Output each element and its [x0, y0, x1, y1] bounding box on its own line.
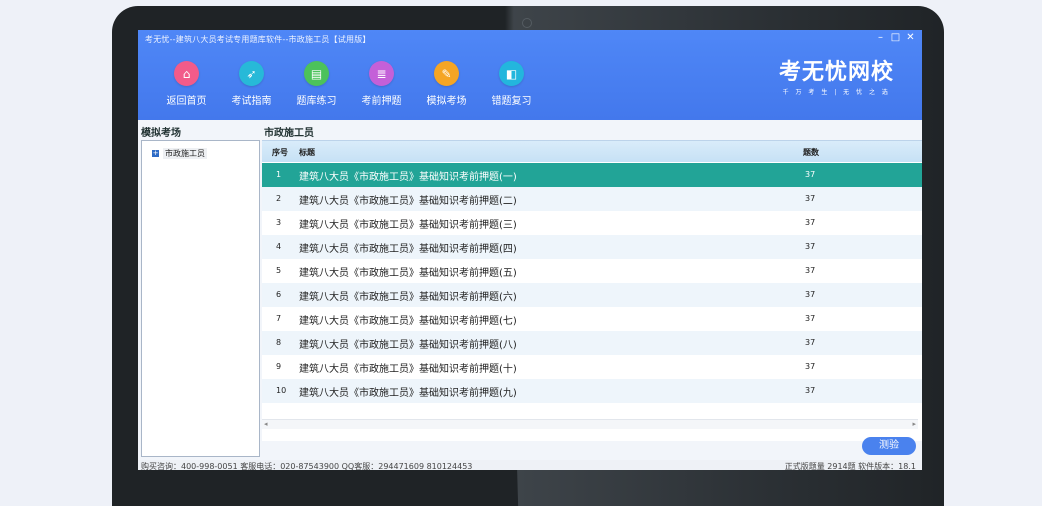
version-info: 正式版题量 2914题 软件版本：18.1: [784, 462, 916, 470]
row-number: 4: [276, 242, 282, 251]
row-title: 建筑八大员《市政施工员》基础知识考前押题(一): [299, 172, 517, 183]
exam-tree: + 市政施工员: [141, 140, 260, 457]
nav-item-1[interactable]: ➶ 考试指南: [219, 61, 284, 107]
table-row[interactable]: 3 建筑八大员《市政施工员》基础知识考前押题(三) 37: [262, 211, 922, 235]
logo-slogan: 千 万 考 生 | 无 忧 之 选: [782, 89, 891, 96]
row-title: 建筑八大员《市政施工员》基础知识考前押题(三): [299, 220, 517, 231]
row-number: 1: [276, 170, 282, 179]
nav-glyph: ➶: [246, 66, 257, 81]
nav-item-2[interactable]: ▤ 题库练习: [284, 61, 349, 107]
row-number: 6: [276, 290, 282, 299]
nav-glyph: ✎: [441, 66, 452, 81]
row-number: 8: [276, 338, 282, 347]
row-count: 37: [805, 386, 816, 395]
tree-node-municipal-constructor[interactable]: + 市政施工员: [152, 148, 207, 159]
right-panel-heading: 市政施工员: [264, 128, 314, 139]
table-row[interactable]: 9 建筑八大员《市政施工员》基础知识考前押题(十) 37: [262, 355, 922, 379]
row-number: 7: [276, 314, 282, 323]
question-bank-icon[interactable]: ▤: [304, 61, 329, 86]
row-number: 5: [276, 266, 282, 275]
nav-label[interactable]: 考试指南: [219, 92, 284, 107]
tree-node-label[interactable]: 市政施工员: [163, 148, 207, 159]
horizontal-scrollbar[interactable]: ◂ ▸: [262, 419, 918, 429]
row-title: 建筑八大员《市政施工员》基础知识考前押题(八): [299, 340, 517, 351]
row-number: 3: [276, 218, 282, 227]
compass-icon[interactable]: ➶: [239, 61, 264, 86]
nav-label[interactable]: 返回首页: [154, 92, 219, 107]
window-title: 考无忧--建筑八大员考试专用题库软件--市政施工员【试用版】: [145, 35, 371, 44]
nav-label[interactable]: 模拟考场: [414, 92, 479, 107]
brand-logo: 考无忧网校 千 万 考 生 | 无 忧 之 选: [779, 60, 894, 96]
row-count: 37: [805, 314, 816, 323]
nav-item-3[interactable]: ≣ 考前押题: [349, 61, 414, 107]
home-icon[interactable]: ⌂: [174, 61, 199, 86]
row-title: 建筑八大员《市政施工员》基础知识考前押题(九): [299, 388, 517, 399]
app-window: 考无忧--建筑八大员考试专用题库软件--市政施工员【试用版】 – □ ✕ ⌂ 返回…: [138, 30, 922, 470]
table-row[interactable]: 10 建筑八大员《市政施工员》基础知识考前押题(九) 37: [262, 379, 922, 403]
nav-label[interactable]: 题库练习: [284, 92, 349, 107]
window-controls: – □ ✕: [875, 32, 916, 44]
table-row[interactable]: 1 建筑八大员《市政施工员》基础知识考前押题(一) 37: [262, 163, 922, 187]
scroll-right-icon[interactable]: ▸: [912, 420, 916, 429]
column-header-no[interactable]: 序号: [272, 147, 288, 158]
scroll-left-icon[interactable]: ◂: [264, 420, 268, 429]
nav-glyph: ≣: [376, 66, 387, 81]
contact-info: 购买咨询：400-998-0051 客服电话：020-87543900 QQ客服…: [141, 462, 473, 470]
left-panel-heading: 模拟考场: [141, 128, 181, 139]
column-header-count[interactable]: 题数: [803, 147, 819, 158]
row-title: 建筑八大员《市政施工员》基础知识考前押题(四): [299, 244, 517, 255]
main-nav: ⌂ 返回首页 ➶ 考试指南 ▤ 题库练习 ≣ 考前押题 ✎ 模拟考场 ◧ 错题复习: [154, 61, 544, 107]
table-row[interactable]: 2 建筑八大员《市政施工员》基础知识考前押题(二) 37: [262, 187, 922, 211]
row-title: 建筑八大员《市政施工员》基础知识考前押题(十): [299, 364, 517, 375]
row-number: 10: [276, 386, 287, 395]
row-count: 37: [805, 338, 816, 347]
row-count: 37: [805, 290, 816, 299]
grid-header: 序号 标题 题数: [262, 141, 922, 162]
row-count: 37: [805, 362, 816, 371]
notes-icon[interactable]: ≣: [369, 61, 394, 86]
nav-label[interactable]: 错题复习: [479, 92, 544, 107]
nav-item-5[interactable]: ◧ 错题复习: [479, 61, 544, 107]
status-bar: 购买咨询：400-998-0051 客服电话：020-87543900 QQ客服…: [138, 460, 922, 470]
table-row[interactable]: 8 建筑八大员《市政施工员》基础知识考前押题(八) 37: [262, 331, 922, 355]
webcam: [522, 18, 532, 28]
review-icon[interactable]: ◧: [499, 61, 524, 86]
row-count: 37: [805, 194, 816, 203]
table-row[interactable]: 4 建筑八大员《市政施工员》基础知识考前押题(四) 37: [262, 235, 922, 259]
row-count: 37: [805, 266, 816, 275]
test-button[interactable]: 测验: [862, 437, 916, 455]
nav-glyph: ▤: [310, 66, 323, 81]
nav-glyph: ⌂: [182, 66, 191, 81]
row-title: 建筑八大员《市政施工员》基础知识考前押题(七): [299, 316, 517, 327]
expand-icon[interactable]: +: [152, 150, 159, 157]
maximize-button[interactable]: □: [890, 32, 901, 44]
row-count: 37: [805, 170, 816, 179]
exam-list-grid: 序号 标题 题数 1 建筑八大员《市政施工员》基础知识考前押题(一) 37 2 建筑八大…: [262, 140, 922, 441]
app-header: 考无忧--建筑八大员考试专用题库软件--市政施工员【试用版】 – □ ✕ ⌂ 返回…: [138, 30, 922, 120]
pencil-icon[interactable]: ✎: [434, 61, 459, 86]
row-title: 建筑八大员《市政施工员》基础知识考前押题(六): [299, 292, 517, 303]
row-count: 37: [805, 218, 816, 227]
column-header-title[interactable]: 标题: [299, 147, 315, 158]
row-title: 建筑八大员《市政施工员》基础知识考前押题(二): [299, 196, 517, 207]
table-row[interactable]: 7 建筑八大员《市政施工员》基础知识考前押题(七) 37: [262, 307, 922, 331]
nav-label[interactable]: 考前押题: [349, 92, 414, 107]
logo-text: 考无忧网校: [778, 60, 894, 85]
row-title: 建筑八大员《市政施工员》基础知识考前押题(五): [299, 268, 517, 279]
row-number: 2: [276, 194, 282, 203]
row-count: 37: [805, 242, 816, 251]
nav-item-4[interactable]: ✎ 模拟考场: [414, 61, 479, 107]
table-row[interactable]: 5 建筑八大员《市政施工员》基础知识考前押题(五) 37: [262, 259, 922, 283]
close-button[interactable]: ✕: [905, 32, 916, 44]
nav-item-0[interactable]: ⌂ 返回首页: [154, 61, 219, 107]
table-row[interactable]: 6 建筑八大员《市政施工员》基础知识考前押题(六) 37: [262, 283, 922, 307]
row-number: 9: [276, 362, 282, 371]
nav-glyph: ◧: [505, 66, 518, 81]
minimize-button[interactable]: –: [875, 32, 886, 44]
